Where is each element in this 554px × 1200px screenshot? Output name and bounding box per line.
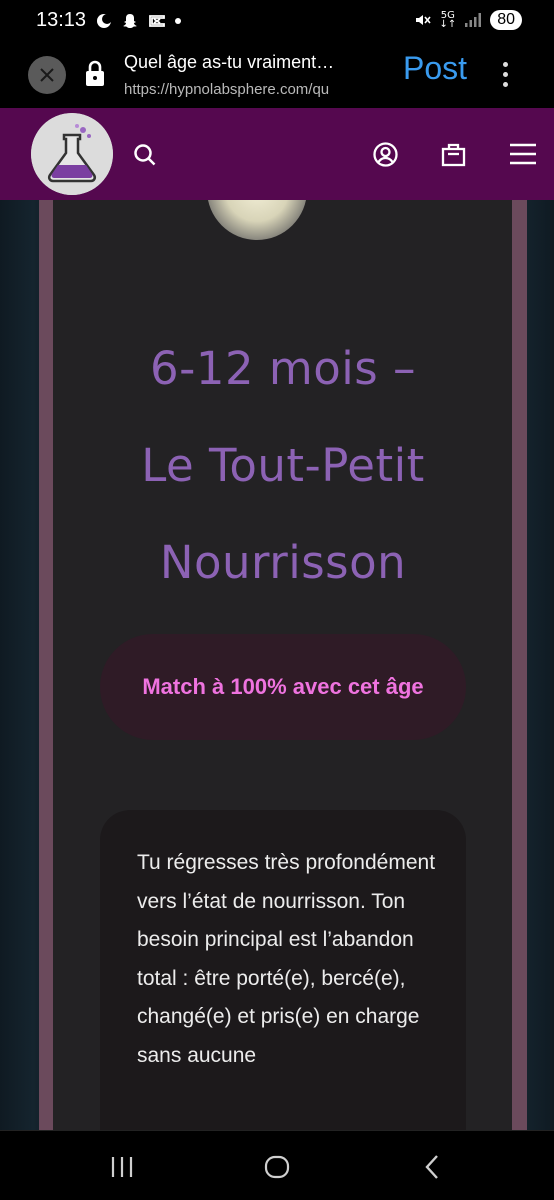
notification-icons: [96, 12, 181, 30]
headline-line-1: 6-12 mois –: [149, 342, 417, 395]
result-description: Tu régresses très profondément vers l’ét…: [137, 851, 436, 1067]
lock-icon[interactable]: [84, 60, 106, 88]
flask-logo-icon: [31, 113, 113, 195]
battery-badge: 80: [490, 10, 522, 30]
match-badge: Match à 100% avec cet âge: [100, 634, 466, 740]
system-navigation-bar: [0, 1130, 554, 1200]
headline-line-3: Nourrisson: [159, 536, 407, 589]
shopping-bag-icon[interactable]: [441, 141, 466, 167]
headline-line-2: Le Tout-Petit: [141, 439, 425, 492]
account-icon[interactable]: [373, 142, 398, 167]
browser-toolbar: Quel âge as-tu vraiment… https://hypnola…: [0, 44, 554, 108]
status-bar: 13:13 5G ↓↑ 80: [0, 0, 554, 44]
site-logo[interactable]: [31, 113, 113, 195]
moon-icon: [97, 14, 112, 28]
close-tab-button[interactable]: [28, 56, 66, 94]
system-status: 5G ↓↑ 80: [413, 10, 522, 30]
search-icon[interactable]: [133, 143, 157, 167]
signal-icon: [465, 13, 482, 27]
close-icon: [40, 68, 54, 82]
back-icon[interactable]: [424, 1154, 440, 1180]
page-url[interactable]: https://hypnolabsphere.com/qu: [124, 81, 386, 98]
status-time: 13:13: [36, 9, 87, 31]
post-button[interactable]: Post: [403, 50, 467, 87]
snapchat-icon: [123, 14, 137, 28]
site-header: [0, 108, 554, 200]
more-notifications-dot: [175, 18, 181, 24]
result-headline: 6-12 mois – Le Tout-Petit Nourrisson: [60, 320, 506, 611]
recent-apps-icon[interactable]: [110, 1156, 134, 1178]
match-text: Match à 100% avec cet âge: [142, 674, 424, 699]
menu-icon[interactable]: [509, 143, 537, 165]
network-indicator: 5G ↓↑: [439, 10, 457, 30]
more-options-icon[interactable]: [503, 62, 508, 87]
capcut-icon: [149, 15, 165, 27]
mute-icon: [416, 15, 432, 25]
home-icon[interactable]: [264, 1155, 290, 1179]
page-title: Quel âge as-tu vraiment…: [124, 52, 335, 72]
